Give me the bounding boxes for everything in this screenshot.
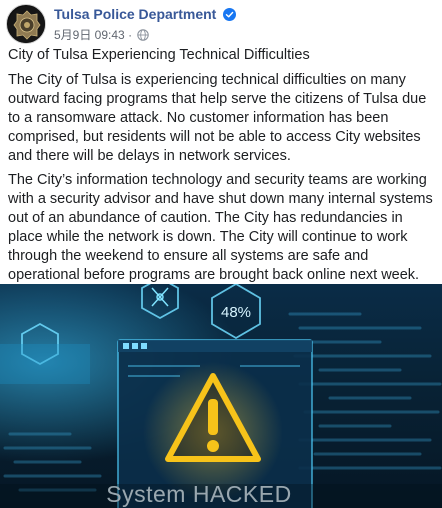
- post-timestamp[interactable]: 5月9日 09:43: [54, 28, 125, 42]
- post-body: City of Tulsa Experiencing Technical Dif…: [8, 46, 436, 290]
- post-title: City of Tulsa Experiencing Technical Dif…: [8, 47, 310, 63]
- globe-icon: [137, 29, 150, 41]
- verified-badge-icon: [223, 8, 237, 21]
- post-meta: 5月9日 09:43 ·: [54, 26, 150, 43]
- page-name-link[interactable]: Tulsa Police Department: [54, 6, 237, 22]
- percent-label: 48%: [221, 304, 251, 321]
- meta-separator: ·: [128, 28, 133, 42]
- police-badge-avatar: [8, 6, 45, 43]
- post-paragraph-1: The City of Tulsa is experiencing techni…: [8, 72, 427, 164]
- post-paragraph-2: The City’s information technology and se…: [8, 172, 433, 283]
- hacked-illustration: 48% System HACKED: [0, 284, 442, 508]
- page-name-text[interactable]: Tulsa Police Department: [54, 6, 216, 22]
- page-avatar[interactable]: [6, 4, 46, 44]
- post-header: Tulsa Police Department 5月9日 09:43 ·: [6, 4, 436, 44]
- post-image[interactable]: 48% System HACKED: [0, 284, 442, 508]
